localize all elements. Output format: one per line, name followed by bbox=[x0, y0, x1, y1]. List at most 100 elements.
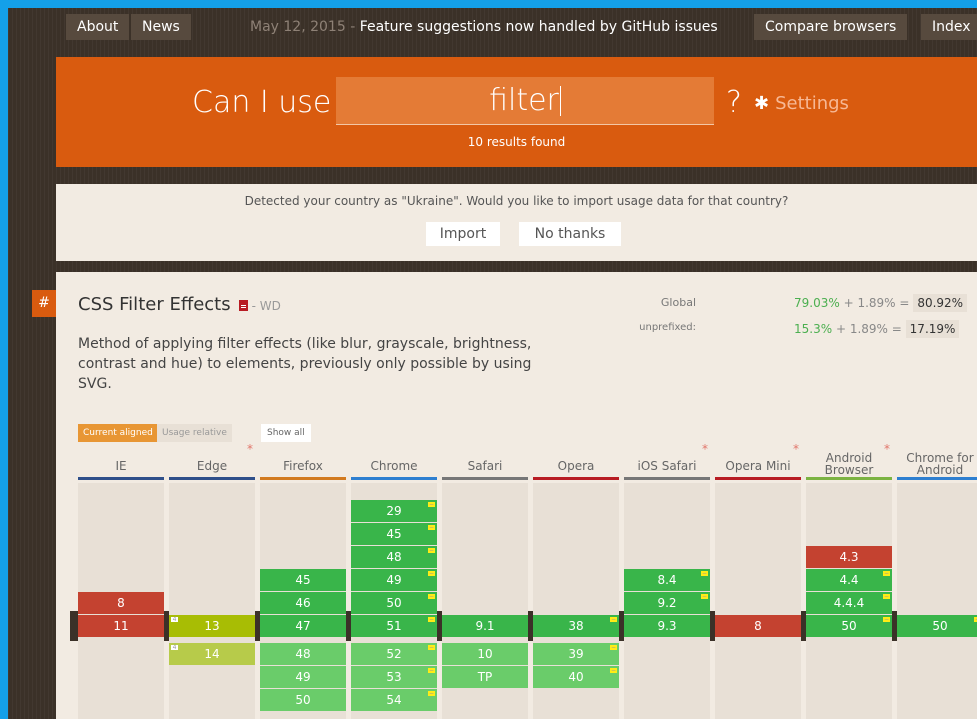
version-cell[interactable]: 4.4.4 − bbox=[806, 592, 892, 614]
prefix-flag-icon: − bbox=[428, 501, 435, 508]
browser-name: iOS Safari bbox=[637, 459, 697, 473]
version-cell[interactable]: 54 − bbox=[351, 689, 437, 711]
version-cell[interactable]: 9.2 − bbox=[624, 592, 710, 614]
prefix-flag-icon: − bbox=[610, 644, 617, 651]
version-label: 54 bbox=[386, 693, 402, 707]
browser-name: Safari bbox=[467, 459, 503, 473]
browser-header[interactable]: Opera Mini * bbox=[715, 442, 801, 480]
country-import-box: Detected your country as "Ukraine". Woul… bbox=[56, 184, 977, 261]
version-cell[interactable]: 50 − bbox=[351, 592, 437, 614]
announcement[interactable]: May 12, 2015 - Feature suggestions now h… bbox=[250, 14, 718, 40]
version-cell[interactable]: 4.4 − bbox=[806, 569, 892, 591]
browser-header[interactable]: Chrome bbox=[351, 442, 437, 480]
tab-usage-relative[interactable]: Usage relative bbox=[157, 424, 232, 442]
browser-color-bar bbox=[260, 477, 346, 480]
browser-color-bar bbox=[897, 477, 977, 480]
version-cell[interactable]: 48 bbox=[260, 643, 346, 665]
version-cell[interactable]: 52 − bbox=[351, 643, 437, 665]
document-icon[interactable] bbox=[238, 300, 248, 311]
text-cursor bbox=[559, 86, 561, 116]
note-star-icon[interactable]: * bbox=[793, 443, 799, 455]
version-cell[interactable]: 46 bbox=[260, 592, 346, 614]
note-star-icon[interactable]: * bbox=[247, 443, 253, 455]
browser-name: Android Browser bbox=[824, 451, 874, 477]
prefix-flag-icon: − bbox=[428, 593, 435, 600]
browser-header[interactable]: Opera bbox=[533, 442, 619, 480]
version-cell[interactable]: 53 − bbox=[351, 666, 437, 688]
current-version-cell[interactable]: 8 bbox=[715, 615, 801, 637]
current-version-cell[interactable]: 9.3 bbox=[624, 615, 710, 637]
note-flag-icon: 4 bbox=[171, 616, 178, 623]
global-partial: + 1.89% bbox=[843, 296, 896, 310]
browser-header[interactable]: IE bbox=[78, 442, 164, 480]
feature-title: CSS Filter Effects - WD bbox=[78, 294, 281, 315]
index-link[interactable]: Index bbox=[921, 14, 977, 40]
browser-header[interactable]: Android Browser * bbox=[806, 442, 892, 480]
prefix-flag-icon: − bbox=[428, 524, 435, 531]
browser-color-bar bbox=[806, 477, 892, 480]
browser-color-bar bbox=[533, 477, 619, 480]
browser-name: Chrome for Android bbox=[906, 451, 974, 477]
version-cell[interactable]: 10 bbox=[442, 643, 528, 665]
browser-header[interactable]: Safari bbox=[442, 442, 528, 480]
version-cell[interactable]: 45 − bbox=[351, 523, 437, 545]
version-cell[interactable]: 50 bbox=[260, 689, 346, 711]
version-label: 49 bbox=[295, 670, 311, 684]
feature-panel: CSS Filter Effects - WD Method of applyin… bbox=[56, 272, 977, 719]
version-cell[interactable]: 49 − bbox=[351, 569, 437, 591]
version-cell[interactable]: 45 bbox=[260, 569, 346, 591]
version-cell[interactable]: TP bbox=[442, 666, 528, 688]
version-cell[interactable]: 40 − bbox=[533, 666, 619, 688]
version-cell[interactable]: 29 − bbox=[351, 500, 437, 522]
tab-current-aligned[interactable]: Current aligned bbox=[78, 424, 158, 442]
version-label: 45 bbox=[295, 573, 311, 587]
settings-button[interactable]: ✱ Settings bbox=[754, 93, 849, 114]
browser-header[interactable]: Chrome for Android bbox=[897, 442, 977, 480]
browser-name: Opera Mini bbox=[725, 459, 791, 473]
spec-status[interactable]: - WD bbox=[252, 299, 281, 313]
unprefixed-values: 15.3% + 1.89% = 17.19% bbox=[794, 320, 960, 338]
announcement-date: May 12, 2015 - bbox=[250, 19, 356, 35]
current-version-cell[interactable]: 50− bbox=[897, 615, 977, 637]
feature-title-text[interactable]: CSS Filter Effects bbox=[78, 294, 231, 315]
browser-name: Chrome bbox=[370, 459, 418, 473]
current-version-cell[interactable]: 51 − bbox=[351, 615, 437, 637]
feature-description: Method of applying filter effects (like … bbox=[78, 336, 532, 392]
unprefixed-total: 17.19% bbox=[905, 320, 960, 338]
current-version-cell[interactable]: 47 bbox=[260, 615, 346, 637]
compare-browsers-link[interactable]: Compare browsers bbox=[754, 14, 908, 40]
version-cell[interactable]: 4.3 bbox=[806, 546, 892, 568]
browser-header[interactable]: iOS Safari * bbox=[624, 442, 710, 480]
nav-about-link[interactable]: About bbox=[66, 14, 130, 40]
version-cell[interactable]: 39 − bbox=[533, 643, 619, 665]
nav-news-link[interactable]: News bbox=[131, 14, 191, 40]
announcement-text[interactable]: Feature suggestions now handled by GitHu… bbox=[360, 19, 718, 35]
browser-header[interactable]: Edge * bbox=[169, 442, 255, 480]
current-version-cell[interactable]: 9.1 bbox=[442, 615, 528, 637]
current-version-cell[interactable]: 13 4 bbox=[169, 615, 255, 637]
feature-anchor-link[interactable]: # bbox=[32, 290, 56, 317]
current-version-cell[interactable]: 11 bbox=[78, 615, 164, 637]
version-label: 47 bbox=[295, 619, 311, 633]
current-version-cell[interactable]: 38 − bbox=[533, 615, 619, 637]
version-cell[interactable]: 8.4 − bbox=[624, 569, 710, 591]
show-all-button[interactable]: Show all bbox=[261, 424, 311, 442]
import-button[interactable]: Import bbox=[426, 222, 500, 246]
version-cell[interactable]: 49 bbox=[260, 666, 346, 688]
browser-header[interactable]: Firefox bbox=[260, 442, 346, 480]
version-label: 46 bbox=[295, 596, 311, 610]
version-label: 8 bbox=[754, 619, 762, 633]
note-star-icon[interactable]: * bbox=[702, 443, 708, 455]
current-version-cell[interactable]: 50− bbox=[806, 615, 892, 637]
browser-color-bar bbox=[624, 477, 710, 480]
prefix-flag-icon: − bbox=[428, 690, 435, 697]
version-cell[interactable]: 14 4 bbox=[169, 643, 255, 665]
search-input[interactable]: filter bbox=[336, 77, 714, 125]
no-thanks-button[interactable]: No thanks bbox=[519, 222, 621, 246]
version-cell[interactable]: 48 − bbox=[351, 546, 437, 568]
global-usage-label: Global bbox=[660, 296, 696, 309]
note-star-icon[interactable]: * bbox=[884, 443, 890, 455]
browser-column bbox=[169, 483, 255, 719]
version-label: 52 bbox=[386, 647, 402, 661]
version-cell[interactable]: 8 bbox=[78, 592, 164, 614]
